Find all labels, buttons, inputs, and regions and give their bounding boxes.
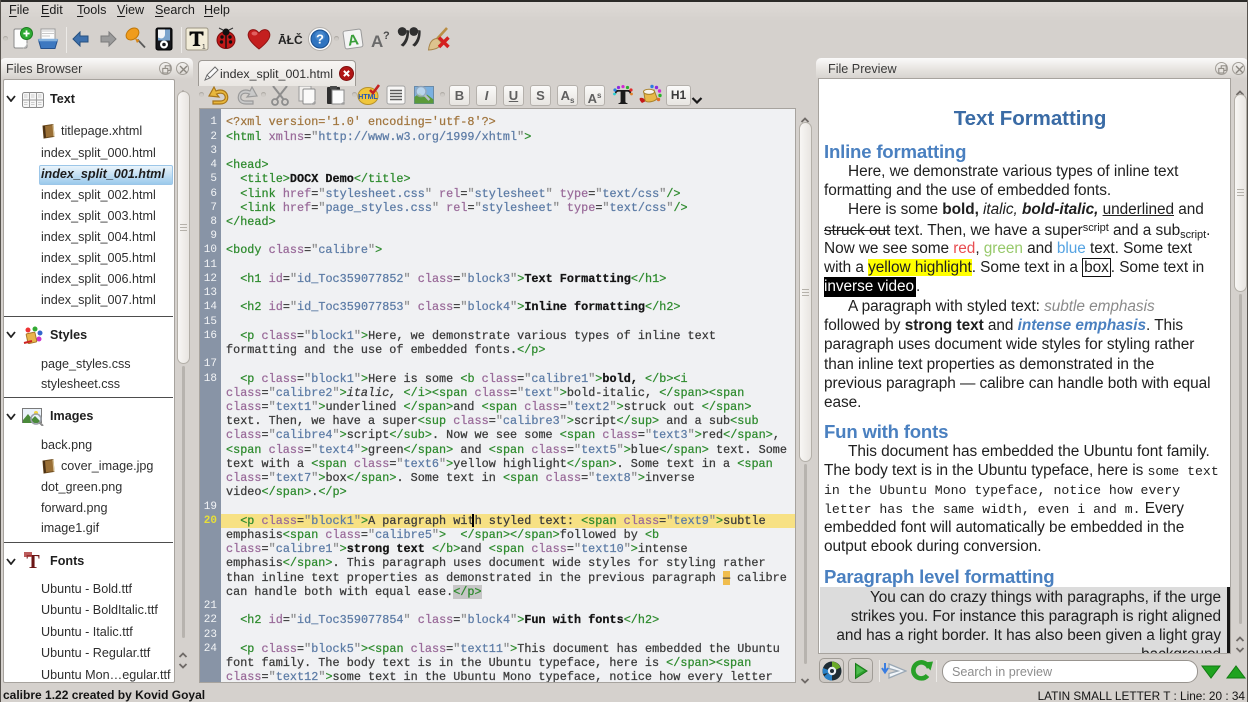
svg-text:ĀŁČ: ĀŁČ <box>278 32 303 47</box>
svg-text:?: ? <box>383 30 390 42</box>
svg-text:HTML: HTML <box>358 94 378 101</box>
svg-text:A: A <box>371 32 383 51</box>
svg-text:1: 1 <box>202 44 206 51</box>
svg-text:?: ? <box>316 32 324 47</box>
